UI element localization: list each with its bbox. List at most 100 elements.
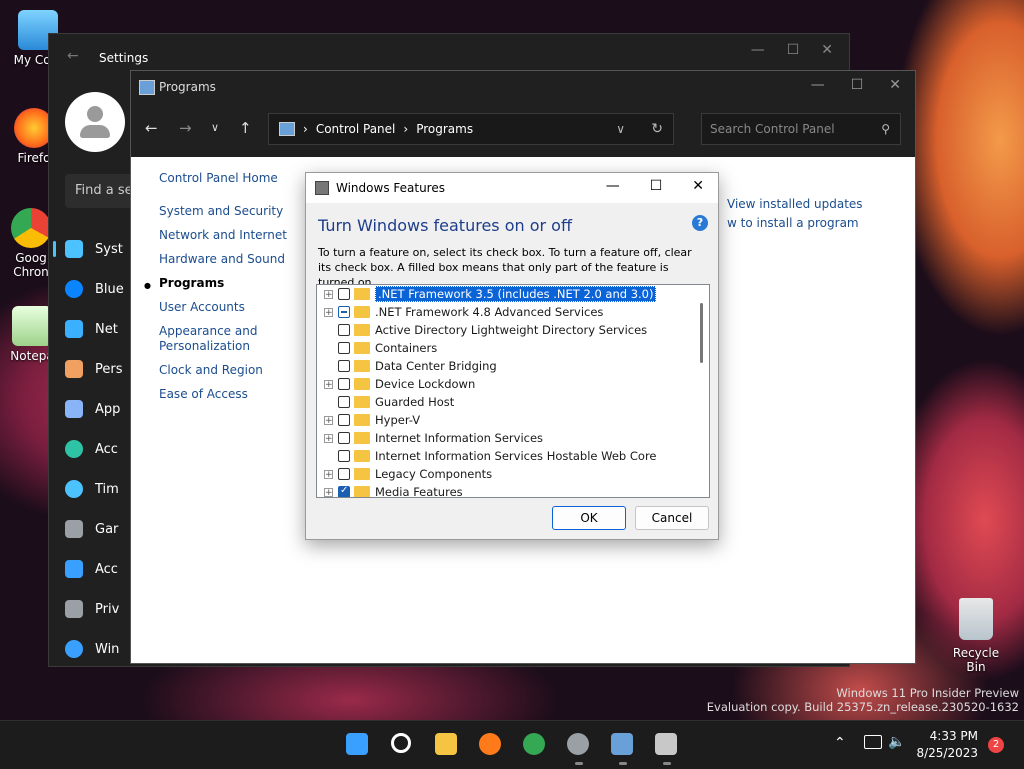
- nav-control-panel-home[interactable]: Control Panel Home: [159, 171, 299, 186]
- control-panel-icon[interactable]: [611, 733, 635, 765]
- view-installed-updates-link[interactable]: View installed updates: [727, 197, 863, 211]
- feature-checkbox[interactable]: [338, 324, 350, 336]
- feature-checkbox[interactable]: [338, 432, 350, 444]
- feature-label[interactable]: Active Directory Lightweight Directory S…: [375, 323, 647, 337]
- feature-label[interactable]: Data Center Bridging: [375, 359, 497, 373]
- refresh-icon[interactable]: ↻: [651, 121, 663, 137]
- settings-nav-privacy[interactable]: Priv: [65, 589, 135, 629]
- feature-checkbox[interactable]: [338, 396, 350, 408]
- feature-row[interactable]: + .NET Framework 3.5 (includes .NET 2.0 a…: [317, 285, 709, 303]
- chrome-icon[interactable]: [523, 733, 547, 757]
- nav-network-and-internet[interactable]: Network and Internet: [159, 228, 299, 243]
- expand-icon[interactable]: +: [324, 307, 333, 317]
- nav-hardware-and-sound[interactable]: Hardware and Sound: [159, 252, 299, 267]
- settings-nav-gaming[interactable]: Gar: [65, 509, 135, 549]
- help-icon[interactable]: ?: [692, 215, 708, 231]
- show-hidden-icons-chevron-icon[interactable]: ⌃: [834, 735, 846, 751]
- expand-icon[interactable]: +: [324, 469, 333, 479]
- notification-badge[interactable]: 2: [988, 737, 1004, 753]
- recent-locations-chevron-icon[interactable]: ∨: [211, 121, 219, 134]
- feature-label[interactable]: Device Lockdown: [375, 377, 475, 391]
- settings-nav-update[interactable]: Win: [65, 629, 135, 669]
- close-icon[interactable]: ✕: [692, 178, 704, 194]
- windows-features-icon[interactable]: [655, 733, 679, 765]
- feature-label[interactable]: Hyper-V: [375, 413, 420, 427]
- maximize-icon[interactable]: ☐: [650, 178, 663, 194]
- expand-icon[interactable]: +: [324, 415, 333, 425]
- cancel-button[interactable]: Cancel: [635, 506, 709, 530]
- feature-row[interactable]: + Legacy Components: [317, 465, 709, 483]
- how-to-install-program-link[interactable]: w to install a program: [727, 216, 863, 230]
- feature-row[interactable]: + .NET Framework 4.8 Advanced Services: [317, 303, 709, 321]
- search-control-panel-input[interactable]: Search Control Panel ⚲: [701, 113, 901, 145]
- expand-icon[interactable]: +: [324, 433, 333, 443]
- feature-checkbox[interactable]: [338, 450, 350, 462]
- close-icon[interactable]: ✕: [821, 42, 833, 58]
- settings-nav-system[interactable]: Syst: [53, 229, 135, 269]
- taskbar-clock[interactable]: 4:33 PM 8/25/2023: [916, 728, 978, 762]
- minimize-icon[interactable]: —: [811, 77, 825, 93]
- feature-row[interactable]: Active Directory Lightweight Directory S…: [317, 321, 709, 339]
- feature-label[interactable]: Legacy Components: [375, 467, 492, 481]
- nav-system-and-security[interactable]: System and Security: [159, 204, 299, 219]
- feature-row[interactable]: + Media Features: [317, 483, 709, 497]
- feature-label[interactable]: Internet Information Services: [375, 431, 543, 445]
- feature-label[interactable]: Internet Information Services Hostable W…: [375, 449, 657, 463]
- feature-checkbox[interactable]: [338, 378, 350, 390]
- feature-label[interactable]: .NET Framework 3.5 (includes .NET 2.0 an…: [375, 286, 657, 302]
- feature-label[interactable]: Guarded Host: [375, 395, 454, 409]
- nav-ease-of-access[interactable]: Ease of Access: [159, 387, 299, 402]
- forward-arrow-icon[interactable]: →: [179, 119, 192, 137]
- settings-icon[interactable]: [567, 733, 591, 765]
- breadcrumb-control-panel[interactable]: Control Panel: [316, 122, 396, 136]
- feature-checkbox[interactable]: [338, 414, 350, 426]
- expand-icon[interactable]: +: [324, 289, 333, 299]
- nav-user-accounts[interactable]: User Accounts: [159, 300, 299, 315]
- settings-nav-bluetooth[interactable]: Blue: [65, 269, 135, 309]
- desktop-icon-recycle-bin[interactable]: Recycle Bin: [944, 598, 1008, 674]
- feature-row[interactable]: + Internet Information Services: [317, 429, 709, 447]
- avatar[interactable]: [65, 92, 125, 152]
- breadcrumb-programs[interactable]: Programs: [416, 122, 473, 136]
- settings-nav-apps[interactable]: App: [65, 389, 135, 429]
- feature-row[interactable]: + Device Lockdown: [317, 375, 709, 393]
- minimize-icon[interactable]: —: [751, 42, 765, 58]
- minimize-icon[interactable]: —: [606, 178, 620, 194]
- maximize-icon[interactable]: ☐: [787, 42, 800, 58]
- back-arrow-icon[interactable]: ←: [67, 48, 79, 64]
- settings-nav-time[interactable]: Tim: [65, 469, 135, 509]
- settings-nav-accessibility[interactable]: Acc: [65, 549, 135, 589]
- nav-programs[interactable]: Programs: [144, 276, 299, 293]
- feature-checkbox[interactable]: [338, 360, 350, 372]
- settings-nav-network[interactable]: Net: [65, 309, 135, 349]
- features-tree[interactable]: + .NET Framework 3.5 (includes .NET 2.0 a…: [316, 284, 710, 498]
- ok-button[interactable]: OK: [552, 506, 626, 530]
- maximize-icon[interactable]: ☐: [851, 77, 864, 93]
- nav-clock-and-region[interactable]: Clock and Region: [159, 363, 299, 378]
- address-bar[interactable]: › Control Panel › Programs ∨ ↻: [268, 113, 674, 145]
- network-icon[interactable]: [864, 735, 882, 749]
- search-icon[interactable]: ⚲: [881, 114, 890, 144]
- nav-appearance-and-personalization[interactable]: Appearance and Personalization: [159, 324, 299, 354]
- feature-checkbox[interactable]: [338, 485, 350, 497]
- settings-nav-accounts[interactable]: Acc: [65, 429, 135, 469]
- volume-icon[interactable]: 🔈: [888, 734, 905, 750]
- feature-checkbox[interactable]: [338, 288, 350, 300]
- firefox-icon[interactable]: [479, 733, 503, 757]
- tree-scrollbar[interactable]: [700, 303, 703, 363]
- expand-icon[interactable]: +: [324, 487, 333, 497]
- feature-checkbox[interactable]: [338, 468, 350, 480]
- expand-icon[interactable]: +: [324, 379, 333, 389]
- feature-label[interactable]: Containers: [375, 341, 437, 355]
- feature-label[interactable]: Media Features: [375, 485, 463, 497]
- settings-nav-personalization[interactable]: Pers: [65, 349, 135, 389]
- search-icon[interactable]: [391, 733, 415, 757]
- back-arrow-icon[interactable]: ←: [145, 119, 158, 137]
- feature-row[interactable]: Guarded Host: [317, 393, 709, 411]
- close-icon[interactable]: ✕: [889, 77, 901, 93]
- feature-row[interactable]: Data Center Bridging: [317, 357, 709, 375]
- file-explorer-icon[interactable]: [435, 733, 459, 757]
- feature-row[interactable]: Internet Information Services Hostable W…: [317, 447, 709, 465]
- address-dropdown-icon[interactable]: ∨: [616, 122, 625, 136]
- up-arrow-icon[interactable]: ↑: [239, 119, 252, 137]
